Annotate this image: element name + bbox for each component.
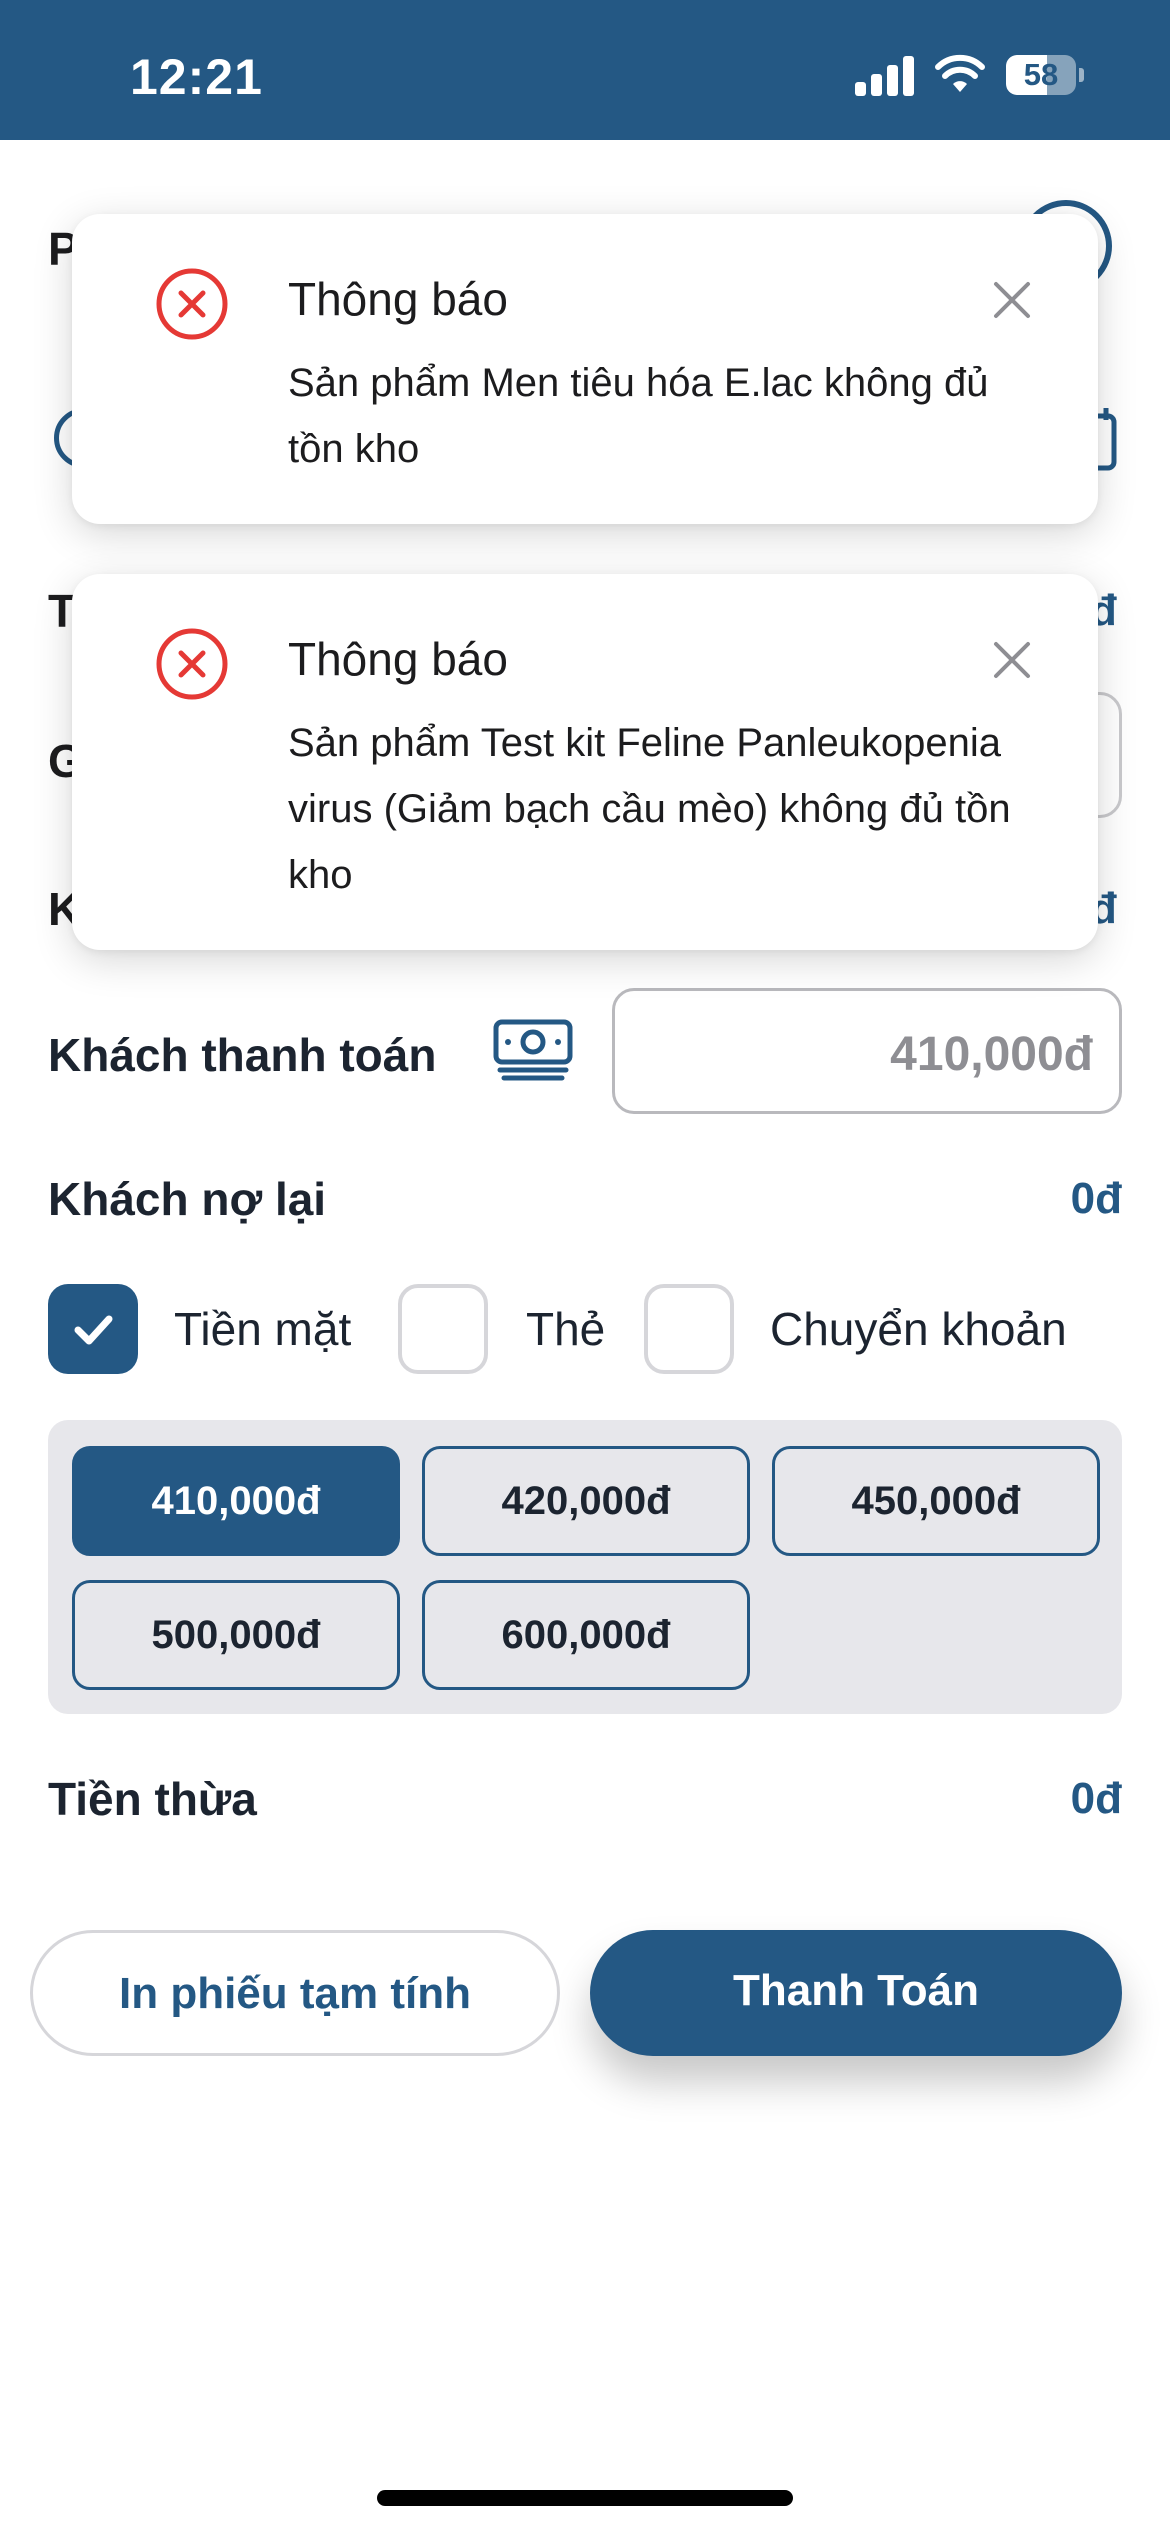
quick-amount-chip[interactable]: 420,000đ (422, 1446, 750, 1556)
quick-amount-chip[interactable]: 500,000đ (72, 1580, 400, 1690)
checkmark-icon (74, 1315, 113, 1345)
cellular-signal-icon (855, 56, 915, 96)
toast-title: Thông báo (288, 273, 508, 325)
battery-percent: 58 (1023, 57, 1059, 92)
customer-pays-label: Khách thanh toán (48, 1029, 437, 1081)
cash-label[interactable]: Tiền mặt (174, 1302, 351, 1356)
quick-amount-chip[interactable]: 600,000đ (422, 1580, 750, 1690)
quick-amount-chip[interactable]: 410,000đ (72, 1446, 400, 1556)
wifi-icon (935, 54, 985, 92)
customer-pays-value: 410,000đ (890, 1028, 1093, 1081)
home-indicator[interactable] (377, 2490, 793, 2506)
quick-amount-panel: 410,000đ 420,000đ 450,000đ 500,000đ 600,… (48, 1420, 1122, 1714)
close-icon[interactable] (980, 268, 1044, 332)
customer-owes-label: Khách nợ lại (48, 1173, 327, 1225)
error-toast: Thông báo Sản phẩm Men tiêu hóa E.lac kh… (72, 214, 1098, 524)
transfer-label[interactable]: Chuyển khoản (770, 1302, 1067, 1356)
toast-title: Thông báo (288, 633, 508, 685)
card-label[interactable]: Thẻ (526, 1302, 605, 1356)
customer-owes-value: 0đ (1070, 1174, 1122, 1223)
quick-amount-chip[interactable]: 450,000đ (772, 1446, 1100, 1556)
change-value: 0đ (1070, 1774, 1122, 1823)
transfer-checkbox[interactable] (644, 1284, 734, 1374)
cash-icon[interactable] (492, 1018, 574, 1082)
status-time: 12:21 (130, 49, 263, 105)
battery-icon: 58 (1006, 55, 1084, 95)
close-icon[interactable] (980, 628, 1044, 692)
status-bar: 12:21 58 (0, 0, 1170, 140)
error-circle-icon (156, 268, 228, 340)
pay-button[interactable]: Thanh Toán (590, 1930, 1122, 2056)
toast-message: Sản phẩm Test kit Feline Panleukopenia v… (288, 721, 1011, 897)
customer-pays-input[interactable]: 410,000đ (612, 988, 1122, 1114)
cash-checkbox[interactable] (48, 1284, 138, 1374)
error-circle-icon (156, 628, 228, 700)
change-label: Tiền thừa (48, 1773, 257, 1825)
card-checkbox[interactable] (398, 1284, 488, 1374)
error-toast: Thông báo Sản phẩm Test kit Feline Panle… (72, 574, 1098, 950)
toast-message: Sản phẩm Men tiêu hóa E.lac không đủ tồn… (288, 361, 989, 471)
print-receipt-button[interactable]: In phiếu tạm tính (30, 1930, 560, 2056)
